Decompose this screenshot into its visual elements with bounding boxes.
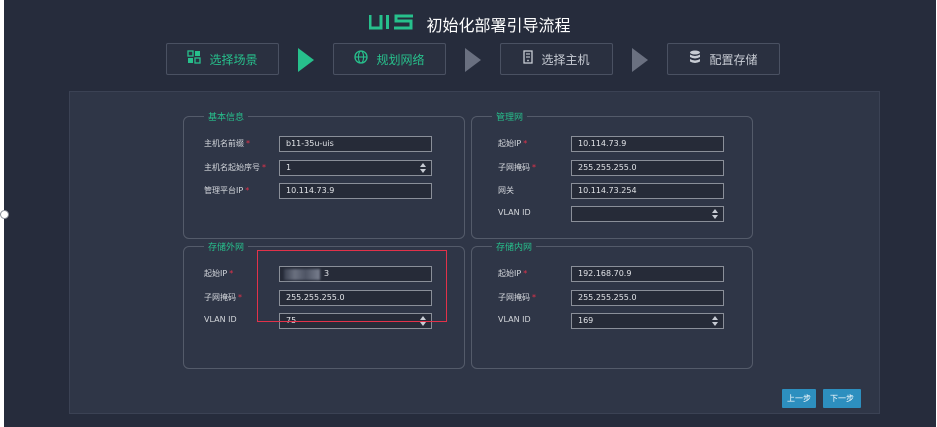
server-icon — [523, 50, 534, 68]
hostname-start-stepper[interactable]: 1 — [279, 160, 432, 176]
storage-internal-group: 存储内网 起始IP * 192.168.70.9 子网掩码 * 255.255.25… — [471, 240, 753, 369]
mgmt-start-ip-input[interactable]: 10.114.73.9 — [571, 136, 724, 152]
group-legend: 存储内网 — [496, 243, 533, 253]
step-arrow-icon — [465, 48, 481, 72]
field-label: 主机名起始序号 * — [204, 163, 266, 172]
mgmt-mask-row: 子网掩码 * 255.255.255.0 — [472, 160, 752, 176]
step-plan-network[interactable]: 规划网络 — [333, 43, 446, 75]
step-label: 选择场景 — [209, 52, 258, 67]
wizard-steps: 选择场景 规划网络 选择主机 配置存储 — [4, 40, 936, 80]
field-label: VLAN ID — [498, 208, 531, 217]
group-legend: 基本信息 — [208, 113, 245, 123]
highlight-annotation-box — [257, 250, 447, 322]
mgmt-network-group: 管理网 起始IP * 10.114.73.9 子网掩码 * 255.255.255.… — [471, 110, 753, 239]
field-label: 子网掩码 * — [204, 293, 242, 302]
field-label: VLAN ID — [498, 315, 531, 324]
spinner-icon[interactable] — [420, 162, 428, 174]
field-label: VLAN ID — [204, 315, 237, 324]
globe-icon — [354, 50, 369, 68]
mgmt-mask-input[interactable]: 255.255.255.0 — [571, 160, 724, 176]
step-config-storage[interactable]: 配置存储 — [667, 43, 780, 75]
step-label: 规划网络 — [376, 52, 425, 67]
mgmt-start-ip-row: 起始IP * 10.114.73.9 — [472, 136, 752, 152]
spinner-icon[interactable] — [712, 315, 720, 327]
field-label: 起始IP * — [498, 139, 528, 148]
database-icon — [689, 50, 701, 68]
spinner-icon[interactable] — [712, 208, 720, 220]
field-label: 子网掩码 * — [498, 163, 536, 172]
int-mask-row: 子网掩码 * 255.255.255.0 — [472, 290, 752, 306]
hostname-prefix-row: 主机名前缀 * b11-35u-uis — [184, 136, 464, 152]
step-arrow-icon — [298, 48, 314, 72]
int-start-ip-input[interactable]: 192.168.70.9 — [571, 266, 724, 282]
next-step-button[interactable]: 下一步 — [823, 389, 861, 408]
field-label: 子网掩码 * — [498, 293, 536, 302]
prev-step-button[interactable]: 上一步 — [782, 389, 816, 408]
basic-info-group: 基本信息 主机名前缀 * b11-35u-uis 主机名起始序号 * 1 管理平台I… — [183, 110, 465, 239]
mgmt-gateway-input[interactable]: 10.114.73.254 — [571, 183, 724, 199]
page-header: 初始化部署引导流程 — [4, 12, 936, 36]
step-select-host[interactable]: 选择主机 — [500, 43, 613, 75]
group-legend: 存储外网 — [208, 243, 245, 253]
int-mask-input[interactable]: 255.255.255.0 — [571, 290, 724, 306]
step-label: 配置存储 — [709, 52, 758, 67]
mgmt-platform-ip-input[interactable]: 10.114.73.9 — [279, 183, 432, 199]
mgmt-ip-row: 管理平台IP * 10.114.73.9 — [184, 183, 464, 199]
mgmt-vlan-row: VLAN ID — [472, 206, 752, 222]
scene-icon — [187, 50, 202, 68]
app-window: 初始化部署引导流程 选择场景 规划网络 选择主机 配置存储 基本信息 主机名前缀… — [4, 0, 936, 427]
int-start-ip-row: 起始IP * 192.168.70.9 — [472, 266, 752, 282]
field-label: 管理平台IP * — [204, 186, 250, 195]
mgmt-gateway-row: 网关 10.114.73.254 — [472, 183, 752, 199]
uis-logo — [368, 14, 415, 34]
group-legend: 管理网 — [496, 113, 524, 123]
page-title: 初始化部署引导流程 — [426, 16, 571, 35]
field-label: 起始IP * — [204, 269, 234, 278]
int-vlan-row: VLAN ID 169 — [472, 313, 752, 329]
field-label: 主机名前缀 * — [204, 139, 250, 148]
hostname-start-row: 主机名起始序号 * 1 — [184, 160, 464, 176]
step-label: 选择主机 — [541, 52, 590, 67]
step-arrow-icon — [632, 48, 648, 72]
hostname-prefix-input[interactable]: b11-35u-uis — [279, 136, 432, 152]
mgmt-vlan-stepper[interactable] — [571, 206, 724, 222]
window-resize-handle[interactable] — [0, 210, 9, 219]
step-select-scene[interactable]: 选择场景 — [166, 43, 279, 75]
field-label: 网关 — [498, 186, 514, 195]
field-label: 起始IP * — [498, 269, 528, 278]
int-vlan-stepper[interactable]: 169 — [571, 313, 724, 329]
